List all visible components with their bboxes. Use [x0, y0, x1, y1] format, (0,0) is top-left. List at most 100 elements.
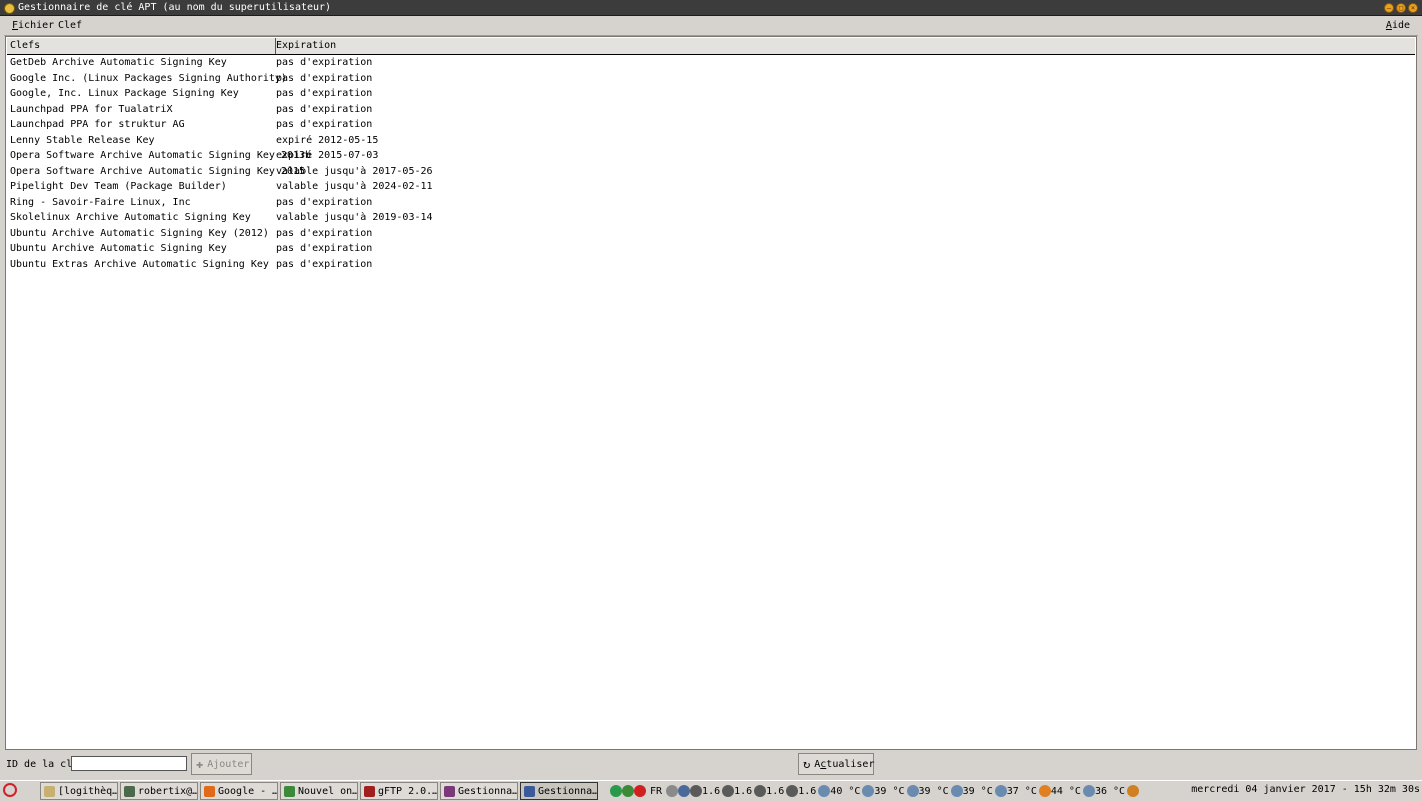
table-row[interactable]: Opera Software Archive Automatic Signing…	[7, 164, 1415, 180]
key-name: Ubuntu Archive Automatic Signing Key (20…	[10, 227, 269, 239]
key-name: Ubuntu Extras Archive Automatic Signing …	[10, 258, 269, 270]
chrome-icon[interactable]	[622, 785, 634, 797]
key-name: Skolelinux Archive Automatic Signing Key	[10, 212, 251, 223]
key-expiration: pas d'expiration	[276, 196, 373, 208]
cpu-icon[interactable]	[786, 785, 799, 797]
maximize-button[interactable]: □	[1396, 3, 1406, 13]
key-expiration: pas d'expiration	[276, 57, 373, 68]
temperature-icon[interactable]	[994, 785, 1007, 797]
add-button[interactable]: ✚ Ajouter	[191, 753, 252, 775]
temperature-icon[interactable]	[906, 785, 919, 797]
table-row[interactable]: Ubuntu Archive Automatic Signing Key pas …	[7, 241, 1415, 257]
title-bar: Gestionnaire de clé APT (au nom du super…	[0, 0, 1422, 16]
menu-key[interactable]: Clef	[58, 20, 82, 31]
table-row[interactable]: Lenny Stable Release Key expiré 2012-05-1…	[7, 133, 1415, 149]
key-expiration: valable jusqu'à 2019-03-14	[276, 212, 433, 223]
temperature-icon[interactable]	[1038, 785, 1051, 797]
table-row[interactable]: Ring - Savoir-Faire Linux, Inc pas d'expi…	[7, 195, 1415, 211]
window-controls: – □ ×	[1384, 3, 1418, 13]
cpu-icon[interactable]	[722, 785, 735, 797]
temperature-icon[interactable]	[818, 785, 831, 797]
terminal-icon	[124, 785, 135, 797]
table-row[interactable]: Launchpad PPA for TualatriX pas d'expirat…	[7, 102, 1415, 118]
taskbar-task[interactable]: Gestionna…	[440, 782, 518, 800]
volume-icon[interactable]	[666, 785, 679, 797]
status-icon[interactable]	[610, 785, 622, 797]
table-row[interactable]: Pipelight Dev Team (Package Builder) vala…	[7, 179, 1415, 195]
taskbar-task-label: Gestionna…	[538, 785, 598, 797]
key-expiration: valable jusqu'à 2017-05-26	[276, 165, 433, 177]
key-id-input[interactable]	[71, 756, 187, 771]
table-row[interactable]: Opera Software Archive Automatic Signing…	[7, 148, 1415, 164]
temperature-icon[interactable]	[1082, 785, 1095, 797]
taskbar-task[interactable]: Google - …	[200, 782, 278, 800]
taskbar-task[interactable]: gFTP 2.0.…	[360, 782, 438, 800]
table-row[interactable]: Ubuntu Extras Archive Automatic Signing …	[7, 257, 1415, 273]
cpu-frequency: 1.6	[766, 785, 785, 797]
refresh-button[interactable]: ↻ Actualiser	[798, 753, 874, 775]
menu-file-label: ichier	[18, 20, 55, 31]
taskbar-task[interactable]: [logithèq…	[40, 782, 118, 800]
magnifier-icon[interactable]	[1127, 785, 1140, 797]
column-header-keys[interactable]: Clefs	[7, 38, 276, 54]
minimize-button[interactable]: –	[1384, 3, 1394, 13]
gftp-icon	[364, 785, 375, 797]
temperature-reading: 40 °C	[830, 785, 861, 797]
table-row[interactable]: Google Inc. (Linux Packages Signing Auth…	[7, 71, 1415, 87]
key-expiration: valable jusqu'à 2024-02-11	[276, 181, 433, 192]
key-list[interactable]: Clefs Expiration GetDeb Archive Automati…	[5, 36, 1417, 750]
folder-icon	[44, 785, 55, 797]
chrome-icon	[284, 785, 295, 797]
menu-file[interactable]: Fichier	[12, 20, 54, 31]
temperature-icon[interactable]	[950, 785, 963, 797]
key-expiration: pas d'expiration	[276, 227, 373, 239]
taskbar-task[interactable]: Nouvel on…	[280, 782, 358, 800]
firefox-icon	[204, 785, 215, 797]
start-menu-icon[interactable]	[3, 783, 17, 797]
plus-icon: ✚	[196, 757, 204, 771]
key-id-label: ID de la clé	[6, 759, 79, 770]
taskbar-task[interactable]: Gestionna…	[520, 782, 598, 800]
window-title: Gestionnaire de clé APT (au nom du super…	[18, 2, 332, 13]
key-name: Google Inc. (Linux Packages Signing Auth…	[10, 72, 287, 84]
key-name: Launchpad PPA for TualatriX	[10, 103, 173, 115]
menu-help-label: ide	[1391, 20, 1410, 31]
alarm-clock-icon[interactable]	[634, 785, 646, 797]
cpu-icon[interactable]	[754, 785, 767, 797]
window-menu-icon[interactable]	[4, 3, 15, 14]
table-row[interactable]: Skolelinux Archive Automatic Signing Key…	[7, 210, 1415, 226]
key-expiration: expiré 2012-05-15	[276, 134, 379, 146]
table-row[interactable]: Launchpad PPA for struktur AG pas d'expir…	[7, 117, 1415, 133]
key-expiration: pas d'expiration	[276, 103, 373, 115]
temperature-reading: 44 °C	[1050, 785, 1081, 797]
key-manager-icon	[444, 785, 455, 797]
key-expiration: expiré 2015-07-03	[276, 150, 379, 161]
cpu-frequency: 1.6	[798, 785, 817, 797]
taskbar-task-label: [logithèq…	[58, 785, 118, 797]
cpu-icon[interactable]	[690, 785, 703, 797]
add-button-label: Ajouter	[207, 758, 250, 770]
taskbar-task[interactable]: robertix@…	[120, 782, 198, 800]
table-row[interactable]: Google, Inc. Linux Package Signing Key pa…	[7, 86, 1415, 102]
bottom-bar: ID de la clé ✚ Ajouter ↻ Actualiser	[0, 750, 1422, 778]
table-row[interactable]: GetDeb Archive Automatic Signing Key pas …	[7, 55, 1415, 71]
clock[interactable]: mercredi 04 janvier 2017 - 15h 32m 30s	[1191, 784, 1420, 795]
taskbar-task-label: gFTP 2.0.…	[378, 785, 438, 797]
temperature-icon[interactable]	[862, 785, 875, 797]
menu-help[interactable]: Aide	[1386, 20, 1410, 31]
refresh-icon: ↻	[803, 757, 811, 771]
table-row[interactable]: Ubuntu Archive Automatic Signing Key (20…	[7, 226, 1415, 242]
keyboard-layout[interactable]: FR	[650, 786, 662, 797]
key-name: Ring - Savoir-Faire Linux, Inc	[10, 196, 191, 208]
key-list-rows: GetDeb Archive Automatic Signing Key pas …	[7, 55, 1415, 272]
search-icon[interactable]	[678, 785, 691, 797]
key-name: Ubuntu Archive Automatic Signing Key	[10, 243, 227, 254]
key-name: Lenny Stable Release Key	[10, 134, 155, 146]
close-button[interactable]: ×	[1408, 3, 1418, 13]
menu-bar: Fichier Clef Aide	[4, 17, 1418, 36]
refresh-button-label: Actualiser	[814, 758, 875, 770]
column-header-expiration[interactable]: Expiration	[273, 38, 1415, 54]
system-tray: FR 1.6 1.6 1.6 1.6 40 °C 39 °C 39 °C 39 °C 37 °C 4…	[610, 783, 1140, 799]
window-icon	[524, 785, 535, 797]
temperature-reading: 36 °C	[1094, 785, 1126, 797]
